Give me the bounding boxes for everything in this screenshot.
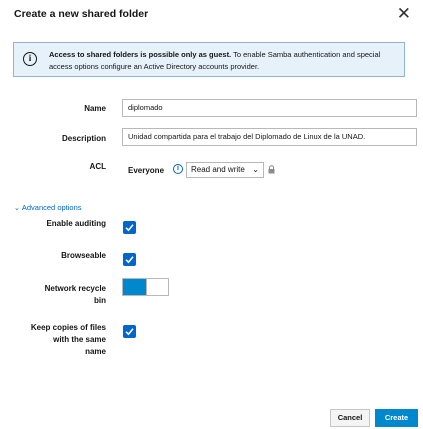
checkmark-icon (125, 328, 134, 336)
enable-auditing-checkbox[interactable] (123, 221, 136, 234)
keep-copies-label-line-2: with the same (53, 335, 106, 344)
info-circle-icon: i (23, 52, 37, 66)
dialog-title: Create a new shared folder (14, 8, 149, 20)
acl-principal: Everyone (128, 166, 165, 175)
chevron-down-icon: ⌄ (14, 205, 20, 212)
recycle-bin-label-line-1: Network recycle (44, 284, 106, 293)
recycle-bin-label-line-2: bin (94, 296, 106, 305)
network-recycle-bin-label: Network recycle bin (10, 283, 106, 307)
description-field[interactable]: Unidad compartida para el trabajo del Di… (122, 128, 417, 146)
guest-access-alert: i Access to shared folders is possible o… (13, 42, 405, 77)
lock-icon (268, 165, 275, 174)
dialog-header: Create a new shared folder ✕ (0, 0, 423, 32)
create-button[interactable]: Create (375, 409, 418, 427)
create-shared-folder-dialog: Create a new shared folder ✕ i Access to… (0, 0, 423, 429)
keep-copies-checkbox[interactable] (123, 325, 136, 338)
keep-copies-label-line-1: Keep copies of files (30, 323, 106, 332)
close-icon[interactable]: ✕ (397, 5, 411, 22)
keep-copies-label-line-3: name (85, 347, 106, 356)
cancel-button[interactable]: Cancel (330, 409, 370, 427)
acl-label: ACL (89, 162, 106, 171)
info-icon[interactable]: i (173, 164, 183, 174)
enable-auditing-label: Enable auditing (46, 219, 106, 228)
chevron-down-icon: ⌄ (252, 165, 259, 174)
keep-copies-label: Keep copies of files with the same name (4, 322, 106, 358)
acl-permission-value: Read and write (191, 165, 245, 174)
checkmark-icon (125, 256, 134, 264)
description-label: Description (61, 134, 106, 143)
switch-divider (146, 279, 147, 295)
network-recycle-bin-switch[interactable] (122, 278, 169, 296)
browseable-checkbox[interactable] (123, 253, 136, 266)
alert-message: Access to shared folders is possible onl… (49, 49, 399, 73)
name-label: Name (84, 104, 106, 113)
advanced-options-toggle[interactable]: ⌄ Advanced options (14, 203, 82, 212)
acl-permission-select[interactable]: Read and write ⌄ (186, 162, 264, 178)
switch-on-fill (123, 279, 146, 295)
advanced-options-label: Advanced options (21, 203, 82, 212)
name-field[interactable]: diplomado (122, 99, 417, 117)
checkmark-icon (125, 224, 134, 232)
alert-bold-text: Access to shared folders is possible onl… (49, 50, 232, 59)
browseable-label: Browseable (61, 251, 106, 260)
